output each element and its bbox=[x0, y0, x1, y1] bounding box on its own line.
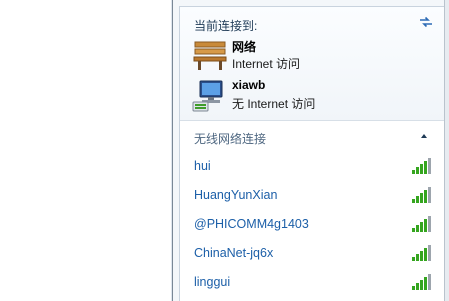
signal-bar bbox=[428, 245, 431, 261]
signal-bar bbox=[420, 280, 423, 290]
wireless-section-header[interactable]: 无线网络连接 bbox=[180, 121, 445, 151]
signal-bar bbox=[416, 167, 419, 174]
signal-bar bbox=[424, 248, 427, 261]
signal-bar bbox=[412, 170, 415, 174]
signal-bar bbox=[420, 164, 423, 174]
signal-bar bbox=[416, 196, 419, 203]
signal-bar bbox=[412, 286, 415, 290]
signal-bar bbox=[412, 257, 415, 261]
connection-item-xiawb[interactable]: xiawb 无 Internet 访问 bbox=[192, 78, 432, 114]
connection-status: Internet 访问 bbox=[232, 57, 301, 71]
signal-strength-icon bbox=[412, 187, 431, 203]
refresh-icon[interactable] bbox=[417, 13, 435, 31]
connection-name: xiawb bbox=[232, 78, 266, 92]
bench-network-icon bbox=[193, 41, 227, 70]
network-name: linggui bbox=[194, 275, 231, 289]
signal-bar bbox=[428, 216, 431, 232]
current-connections-section: 当前连接到: 网络 Internet 访问 xiawb 无 Internet 访… bbox=[180, 7, 445, 121]
signal-bar bbox=[420, 193, 423, 203]
signal-bar bbox=[416, 225, 419, 232]
scrollbar[interactable] bbox=[444, 0, 449, 301]
connection-name: 网络 bbox=[232, 40, 257, 54]
signal-bar bbox=[412, 228, 415, 232]
wireless-section-title: 无线网络连接 bbox=[194, 132, 267, 146]
signal-bar bbox=[424, 219, 427, 232]
signal-bar bbox=[428, 158, 431, 174]
signal-bar bbox=[416, 283, 419, 290]
network-flyout: 当前连接到: 网络 Internet 访问 xiawb 无 Internet 访… bbox=[172, 0, 445, 301]
signal-bar bbox=[428, 187, 431, 203]
signal-bar bbox=[424, 277, 427, 290]
signal-bar bbox=[424, 190, 427, 203]
network-item-chinanet[interactable]: ChinaNet-jq6x bbox=[180, 240, 445, 268]
signal-strength-icon bbox=[412, 158, 431, 174]
signal-bar bbox=[424, 161, 427, 174]
network-name: hui bbox=[194, 159, 211, 173]
signal-bar bbox=[416, 254, 419, 261]
chevron-up-icon[interactable] bbox=[419, 131, 429, 141]
network-name: ChinaNet-jq6x bbox=[194, 246, 274, 260]
network-name: HuangYunXian bbox=[194, 188, 278, 202]
signal-bar bbox=[428, 274, 431, 290]
connection-item-network[interactable]: 网络 Internet 访问 bbox=[192, 38, 432, 74]
network-item-huangyunxian[interactable]: HuangYunXian bbox=[180, 182, 445, 210]
flyout-panel: 当前连接到: 网络 Internet 访问 xiawb 无 Internet 访… bbox=[179, 6, 445, 301]
signal-bar bbox=[420, 222, 423, 232]
signal-strength-icon bbox=[412, 245, 431, 261]
computer-network-icon bbox=[192, 80, 223, 112]
network-name: @PHICOMM4g1403 bbox=[194, 217, 309, 231]
network-item-hui[interactable]: hui bbox=[180, 153, 445, 181]
network-item-phicomm[interactable]: @PHICOMM4g1403 bbox=[180, 211, 445, 239]
signal-bar bbox=[412, 199, 415, 203]
network-item-linggui[interactable]: linggui bbox=[180, 269, 445, 297]
connection-status: 无 Internet 访问 bbox=[232, 97, 316, 111]
signal-strength-icon bbox=[412, 274, 431, 290]
signal-strength-icon bbox=[412, 216, 431, 232]
signal-bar bbox=[420, 251, 423, 261]
current-connections-header: 当前连接到: bbox=[194, 19, 258, 33]
